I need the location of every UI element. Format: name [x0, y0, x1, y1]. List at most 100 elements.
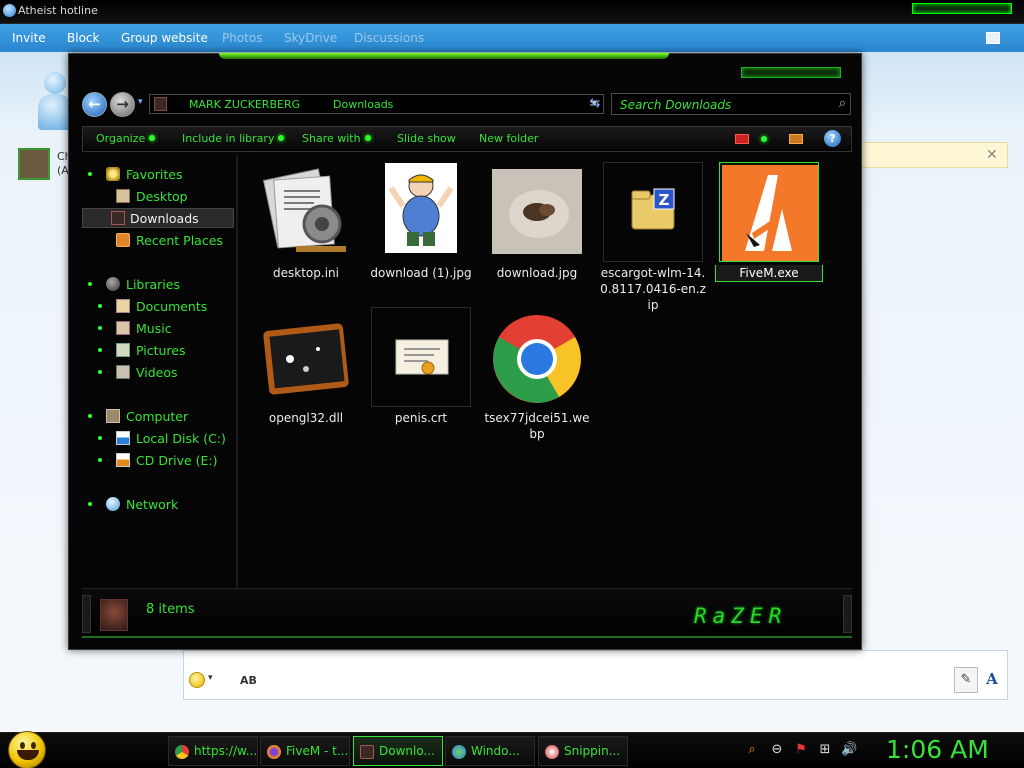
spellcheck-icon[interactable]: AB: [240, 674, 257, 687]
task-firefox[interactable]: FiveM - t...: [260, 736, 350, 766]
refresh-icon[interactable]: ⇆: [585, 93, 605, 115]
settings-file-icon: [256, 162, 356, 262]
handwriting-icon[interactable]: ✎: [954, 667, 978, 693]
task-windows-messenger[interactable]: Windo...: [445, 736, 535, 766]
certificate-icon: [371, 307, 471, 407]
search-icon[interactable]: ⌕: [744, 742, 760, 758]
zip-folder-icon: Z: [603, 162, 703, 262]
slide-show-button[interactable]: Slide show: [397, 132, 456, 145]
recent-pages-dropdown[interactable]: ▾: [138, 97, 143, 107]
task-chrome[interactable]: https://w...: [168, 736, 258, 766]
network-icon: [106, 497, 120, 511]
svg-text:Z: Z: [659, 191, 670, 209]
recent-places-icon: [116, 233, 130, 247]
messenger-title: Atheist hotline: [18, 4, 98, 17]
start-button[interactable]: [8, 731, 46, 768]
messenger-app-icon: [3, 4, 16, 17]
organize-button[interactable]: Organize: [96, 132, 156, 145]
explorer-window-controls[interactable]: [741, 67, 841, 78]
nav-downloads[interactable]: Downloads: [82, 208, 234, 228]
contact-avatar[interactable]: [18, 148, 50, 180]
include-in-library-button[interactable]: Include in library: [182, 132, 285, 145]
chevron-down-icon[interactable]: ▾: [208, 673, 213, 683]
menu-photos[interactable]: Photos: [222, 31, 262, 45]
nav-desktop[interactable]: Desktop: [88, 187, 228, 207]
nav-computer[interactable]: Computer: [88, 407, 228, 427]
search-input[interactable]: [620, 97, 825, 112]
nav-network[interactable]: Network: [88, 495, 228, 515]
share-with-button[interactable]: Share with: [302, 132, 371, 145]
razer-logo: RaZER: [694, 604, 788, 628]
menu-block[interactable]: Block: [67, 31, 99, 45]
nav-music[interactable]: Music: [88, 319, 228, 339]
close-icon[interactable]: ✕: [986, 147, 998, 163]
minus-icon[interactable]: ⊖: [769, 742, 785, 758]
breadcrumb-user[interactable]: MARK ZUCKERBERG: [189, 98, 300, 111]
nav-videos[interactable]: Videos: [88, 363, 228, 383]
pictures-icon: [116, 343, 130, 357]
explorer-window: ← → ▾ MARK ZUCKERBERG Downloads ▾ ⇆ ⌕ Or…: [68, 53, 862, 650]
network-tray-icon[interactable]: ⊞: [817, 742, 833, 758]
hard-disk-icon: [116, 431, 130, 445]
font-icon[interactable]: A: [980, 667, 1004, 693]
file-name: download.jpg: [496, 266, 578, 280]
firefox-icon: [267, 745, 281, 759]
search-icon[interactable]: ⌕: [839, 96, 846, 111]
action-center-flag-icon[interactable]: ⚑: [793, 742, 809, 758]
star-icon: [106, 167, 120, 181]
nav-favorites[interactable]: Favorites: [88, 165, 228, 185]
search-box[interactable]: ⌕: [611, 93, 851, 115]
view-options-icon[interactable]: [735, 134, 749, 144]
nav-libraries[interactable]: Libraries: [88, 275, 228, 295]
message-toolbar: ▾ AB ✎ A: [183, 667, 1008, 696]
folder-icon: [154, 97, 167, 111]
view-dropdown-icon[interactable]: [761, 136, 767, 142]
window-controls[interactable]: [912, 3, 1012, 14]
image-thumbnail-photo: [487, 162, 587, 262]
menu-discussions[interactable]: Discussions: [354, 31, 424, 45]
breadcrumb-downloads[interactable]: Downloads: [333, 98, 393, 111]
downloads-icon: [360, 745, 374, 759]
navigation-pane: Favorites Desktop Downloads Recent Place…: [82, 155, 238, 587]
libraries-icon: [106, 277, 120, 291]
menu-options-icon[interactable]: [986, 32, 1000, 44]
nav-documents[interactable]: Documents: [88, 297, 228, 317]
messenger-buddy-icon: [38, 72, 72, 130]
desktop-icon: [116, 189, 130, 203]
forward-button[interactable]: →: [110, 92, 135, 117]
messenger-titlebar: Atheist hotline: [0, 0, 1024, 24]
menu-skydrive[interactable]: SkyDrive: [284, 31, 337, 45]
messenger-menubar: Invite Block Group website Photos SkyDri…: [0, 24, 1024, 52]
file-name: penis.crt: [394, 411, 448, 425]
nav-recent-places[interactable]: Recent Places: [88, 231, 228, 251]
volume-icon[interactable]: 🔊: [841, 742, 857, 758]
file-name: download (1).jpg: [370, 266, 472, 280]
computer-icon: [106, 409, 120, 423]
chrome-icon: [175, 745, 189, 759]
preview-pane-icon[interactable]: [789, 134, 803, 144]
task-snipping-tool[interactable]: Snippin...: [538, 736, 628, 766]
new-folder-button[interactable]: New folder: [479, 132, 538, 145]
address-bar[interactable]: MARK ZUCKERBERG Downloads ▾: [149, 94, 604, 114]
file-list: desktop.ini download (1).jpg download.jp…: [239, 155, 851, 587]
dll-file-icon: [256, 307, 356, 407]
back-button[interactable]: ←: [82, 92, 107, 117]
snipping-tool-icon: [545, 745, 559, 759]
messenger-icon: [452, 745, 466, 759]
menu-invite[interactable]: Invite: [12, 31, 46, 45]
file-name: FiveM.exe: [715, 265, 823, 282]
clock[interactable]: 1:06 AM: [886, 735, 989, 764]
emoticon-icon[interactable]: [189, 672, 205, 688]
help-icon[interactable]: ?: [824, 130, 841, 147]
downloads-folder-icon: [100, 599, 128, 631]
task-explorer-downloads[interactable]: Downlo...: [353, 736, 443, 766]
menu-group-website[interactable]: Group website: [121, 31, 208, 45]
pane-divider[interactable]: [236, 155, 238, 587]
nav-local-disk[interactable]: Local Disk (C:): [88, 429, 228, 449]
nav-cd-drive[interactable]: CD Drive (E:): [88, 451, 228, 471]
file-name: tsex77jdcei51.webp: [484, 411, 590, 441]
documents-icon: [116, 299, 130, 313]
videos-icon: [116, 365, 130, 379]
nav-pictures[interactable]: Pictures: [88, 341, 228, 361]
status-bar: 8 items RaZER: [82, 588, 852, 638]
